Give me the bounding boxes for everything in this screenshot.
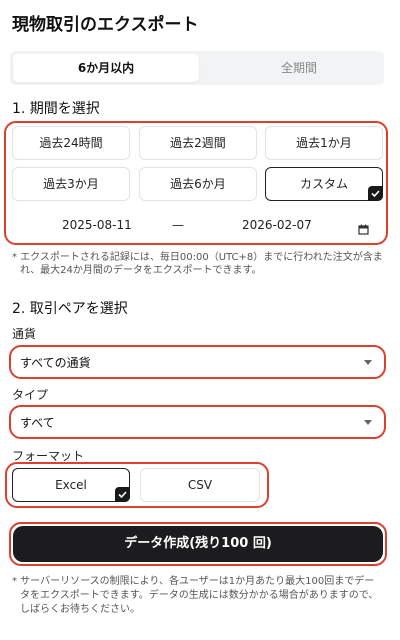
check-icon	[115, 487, 130, 502]
period-6m-button[interactable]: 過去6か月	[139, 167, 257, 201]
type-value: すべて	[20, 416, 55, 430]
period-2w-button[interactable]: 過去2週間	[139, 126, 257, 160]
period-24h-button[interactable]: 過去24時間	[12, 126, 130, 160]
currency-label: 通貨	[12, 327, 37, 341]
create-data-button[interactable]: データ作成(残り100 回)	[13, 526, 383, 562]
period-custom-label: カスタム	[299, 177, 348, 191]
format-excel-label: Excel	[55, 478, 87, 492]
period-heading: 1. 期間を選択	[12, 101, 100, 117]
calendar-icon[interactable]	[358, 220, 369, 239]
type-select[interactable]: すべて	[12, 409, 382, 435]
period-3m-button[interactable]: 過去3か月	[12, 167, 130, 201]
currency-select[interactable]: すべての通貨	[12, 349, 382, 375]
tab-all-time[interactable]: 全期間	[206, 54, 392, 82]
footer-note-line-1: * サーバーリソースの制限により、各ユーザーは1か月あたり最大100回までデー	[12, 576, 375, 587]
date-separator: —	[172, 218, 184, 232]
pair-heading: 2. 取引ペアを選択	[12, 301, 128, 317]
period-custom-button[interactable]: カスタム	[265, 167, 383, 201]
tab-6-months[interactable]: 6か月以内	[13, 54, 199, 82]
currency-value: すべての通貨	[20, 356, 91, 370]
type-label: タイプ	[12, 388, 49, 402]
start-date-field[interactable]: 2025-08-11	[62, 218, 132, 232]
format-label: フォーマット	[12, 449, 85, 463]
range-tabs: 6か月以内 全期間	[10, 51, 384, 85]
chevron-down-icon	[364, 360, 372, 365]
footer-note: * サーバーリソースの制限により、各ユーザーは1か月あたり最大100回までデー …	[12, 575, 378, 617]
period-1m-button[interactable]: 過去1か月	[265, 126, 383, 160]
check-icon	[368, 186, 383, 201]
period-note-line-2: れ、最大24か月間のデータをエクスポートできます。	[20, 265, 262, 276]
format-csv-button[interactable]: CSV	[140, 468, 260, 502]
footer-note-line-3: しばらくお待ちください。	[20, 604, 140, 615]
page-title: 現物取引のエクスポート	[12, 15, 199, 35]
chevron-down-icon	[364, 420, 372, 425]
footer-note-line-2: タをエクスポートできます。データの生成には数分かかる場合がありますので、	[20, 590, 379, 601]
format-excel-button[interactable]: Excel	[12, 468, 130, 502]
period-note: * エクスポートされる記録には、毎日00:00（UTC+8）までに行われた注文が…	[12, 251, 383, 277]
end-date-field[interactable]: 2026-02-07	[242, 218, 312, 232]
period-note-line-1: * エクスポートされる記録には、毎日00:00（UTC+8）までに行われた注文が…	[12, 252, 383, 263]
